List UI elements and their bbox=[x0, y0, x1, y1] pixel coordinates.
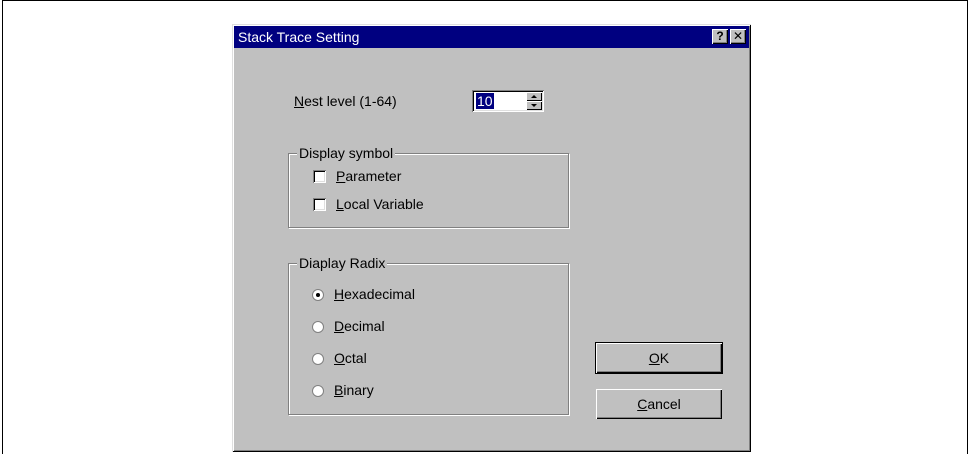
display-symbol-group: Display symbol bbox=[288, 145, 569, 228]
ok-button-mnemonic: O bbox=[648, 350, 660, 366]
decimal-label-text: ecimal bbox=[344, 318, 385, 334]
local-variable-label-mnemonic: L bbox=[336, 196, 344, 212]
local-variable-label-text: ocal Variable bbox=[343, 196, 424, 212]
octal-label-mnemonic: O bbox=[334, 350, 345, 366]
octal-label-text: ctal bbox=[344, 350, 367, 366]
octal-label[interactable]: Octal bbox=[334, 350, 367, 366]
display-radix-group-label: Diaplay Radix bbox=[297, 255, 388, 271]
binary-label-mnemonic: B bbox=[334, 382, 344, 398]
help-button[interactable]: ? bbox=[712, 29, 728, 44]
cancel-button-mnemonic: C bbox=[637, 396, 648, 412]
nest-level-spinbox[interactable]: 10 bbox=[472, 90, 544, 112]
local-variable-checkbox[interactable] bbox=[313, 198, 326, 211]
hexadecimal-label[interactable]: Hexadecimal bbox=[334, 286, 415, 302]
octal-radio[interactable] bbox=[312, 353, 324, 365]
close-button[interactable]: ✕ bbox=[730, 29, 746, 44]
binary-label-text: inary bbox=[343, 382, 374, 398]
nest-level-value[interactable]: 10 bbox=[476, 93, 494, 109]
local-variable-label[interactable]: Local Variable bbox=[336, 196, 424, 212]
nest-level-spin-buttons bbox=[526, 92, 542, 110]
binary-radio[interactable] bbox=[312, 385, 324, 397]
title-bar: Stack Trace Setting ? ✕ bbox=[234, 26, 749, 48]
cancel-button[interactable]: Cancel bbox=[596, 389, 722, 419]
hexadecimal-radio[interactable] bbox=[312, 289, 324, 301]
hexadecimal-label-text: exadecimal bbox=[344, 286, 415, 302]
nest-level-label-mnemonic: N bbox=[294, 93, 305, 109]
display-radix-group: Diaplay Radix bbox=[288, 255, 569, 415]
hexadecimal-label-mnemonic: H bbox=[334, 286, 345, 302]
parameter-label[interactable]: Parameter bbox=[336, 168, 401, 184]
decimal-label-mnemonic: D bbox=[334, 318, 345, 334]
spin-up-icon[interactable] bbox=[526, 92, 542, 101]
decimal-label[interactable]: Decimal bbox=[334, 318, 385, 334]
spin-down-icon[interactable] bbox=[526, 101, 542, 110]
dialog-title: Stack Trace Setting bbox=[238, 29, 360, 45]
ok-button-text: K bbox=[659, 350, 670, 366]
nest-level-label-text: est level (1-64) bbox=[304, 93, 397, 109]
cancel-button-text: ancel bbox=[647, 396, 681, 412]
ok-button[interactable]: OK bbox=[595, 342, 723, 374]
parameter-checkbox[interactable] bbox=[313, 170, 326, 183]
display-symbol-group-label: Display symbol bbox=[297, 145, 396, 161]
stack-trace-setting-dialog: Stack Trace Setting ? ✕ Nest level (1-64… bbox=[232, 24, 751, 452]
binary-label[interactable]: Binary bbox=[334, 382, 374, 398]
nest-level-label: Nest level (1-64) bbox=[294, 93, 397, 109]
decimal-radio[interactable] bbox=[312, 321, 324, 333]
parameter-label-text: arameter bbox=[345, 168, 402, 184]
parameter-label-mnemonic: P bbox=[336, 168, 346, 184]
